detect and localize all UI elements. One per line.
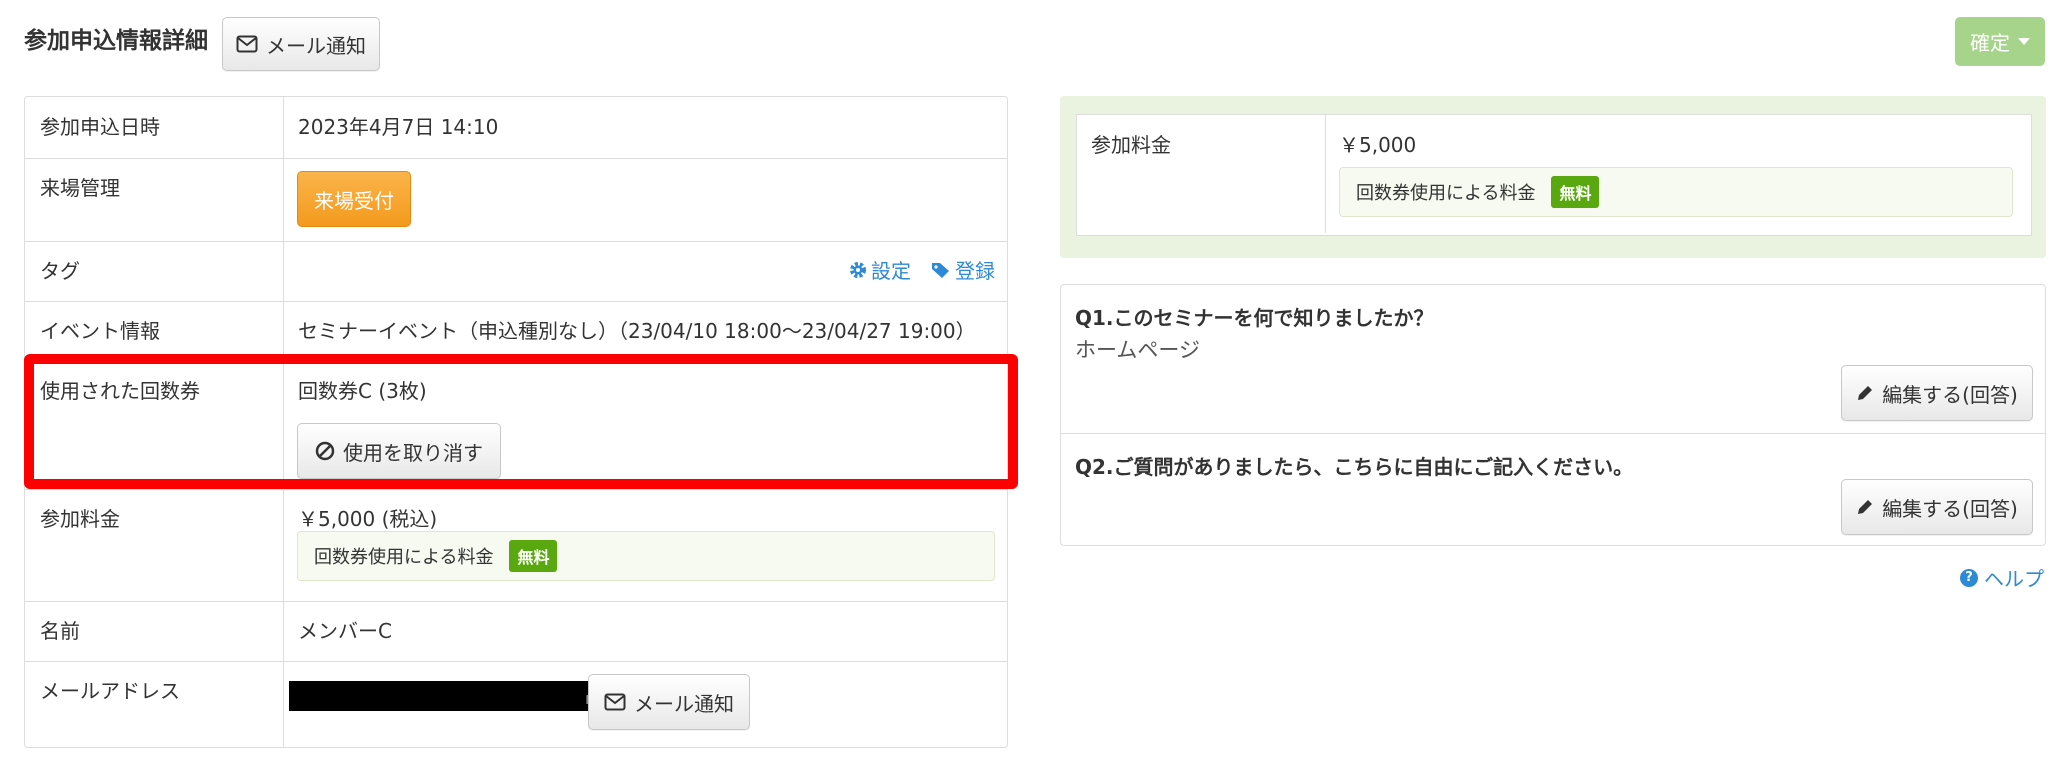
- qa-item-1: Q1.このセミナーを何で知りましたか？ ホームページ 編集する(回答): [1061, 285, 2045, 433]
- coupon-fee-label: 回数券使用による料金: [314, 547, 494, 568]
- member-name-value: メンバーC: [298, 619, 392, 643]
- table-row-event: イベント情報 セミナーイベント（申込種別なし）（23/04/10 18:00～2…: [25, 301, 1007, 362]
- pencil-icon: [1858, 386, 1873, 400]
- row-label: 参加料金: [40, 507, 120, 531]
- free-badge: 無料: [509, 540, 558, 572]
- row-label: タグ: [40, 259, 80, 283]
- row-label: 参加申込日時: [40, 115, 160, 139]
- qa-item-2: Q2.ご質問がありましたら、こちらに自由にご記入ください。 編集する(回答): [1061, 434, 2045, 546]
- highlight-box: [24, 354, 1018, 489]
- envelope-icon: [604, 693, 626, 711]
- email-mail-notify-label: メール通知: [634, 691, 734, 716]
- table-row-name: 名前 メンバーC: [25, 601, 1007, 662]
- tag-settings-link[interactable]: 設定: [849, 255, 911, 284]
- column-divider: [1325, 115, 1326, 233]
- row-label: イベント情報: [40, 319, 160, 343]
- help-link[interactable]: ? ヘルプ: [1960, 563, 2044, 592]
- redacted-email: [289, 681, 589, 711]
- fee-summary-value: ￥5,000: [1339, 133, 1417, 157]
- tag-register-label: 登録: [955, 259, 995, 283]
- question-title: Q1.このセミナーを何で知りましたか？: [1075, 306, 1434, 330]
- row-label: 来場管理: [40, 176, 120, 200]
- edit-answer-button[interactable]: 編集する(回答): [1841, 365, 2033, 421]
- row-label: 名前: [40, 619, 80, 643]
- table-row-tags: タグ 設定 登録: [25, 241, 1007, 302]
- mail-notify-button[interactable]: メール通知: [222, 17, 380, 71]
- coupon-fee-box: 回数券使用による料金 無料: [297, 531, 995, 581]
- question-title: Q2.ご質問がありましたら、こちらに自由にご記入ください。: [1075, 455, 1634, 479]
- fee-summary-label: 参加料金: [1091, 133, 1171, 157]
- fee-value: ￥5,000 (税込): [298, 507, 438, 531]
- help-label: ヘルプ: [1984, 567, 2044, 591]
- fee-summary-free-badge: 無料: [1551, 176, 1600, 208]
- confirm-label: 確定: [1970, 31, 2010, 55]
- envelope-icon: [236, 35, 258, 53]
- fee-summary-coupon-box: 回数券使用による料金 無料: [1339, 167, 2013, 217]
- fee-summary-coupon-label: 回数券使用による料金: [1356, 183, 1536, 204]
- checkin-button[interactable]: 来場受付: [297, 171, 411, 227]
- confirm-dropdown-button[interactable]: 確定: [1955, 17, 2045, 66]
- pencil-icon: [1858, 500, 1873, 514]
- page-title: 参加申込情報詳細: [24, 28, 208, 54]
- caret-down-icon: [2018, 38, 2030, 45]
- applied-at-value: 2023年4月7日 14:10: [298, 115, 499, 139]
- table-row-attendance: 来場管理 来場受付: [25, 158, 1007, 242]
- edit-answer-label: 編集する(回答): [1882, 496, 2018, 521]
- table-row-email: メールアドレス n メール通知: [25, 661, 1007, 747]
- email-mail-notify-button[interactable]: メール通知: [588, 674, 750, 730]
- event-info-value: セミナーイベント（申込種別なし）（23/04/10 18:00～23/04/27…: [298, 319, 976, 343]
- table-row-fee: 参加料金 ￥5,000 (税込) 回数券使用による料金 無料: [25, 489, 1007, 602]
- fee-summary-table: 参加料金 ￥5,000 回数券使用による料金 無料: [1076, 114, 2032, 236]
- questionnaire-panel: Q1.このセミナーを何で知りましたか？ ホームページ 編集する(回答) Q2.ご…: [1060, 284, 2046, 546]
- question-answer: ホームページ: [1075, 338, 1200, 362]
- question-circle-icon: ?: [1960, 568, 1978, 587]
- edit-answer-button[interactable]: 編集する(回答): [1841, 479, 2033, 535]
- tag-settings-label: 設定: [871, 259, 911, 283]
- table-row-applied-at: 参加申込日時 2023年4月7日 14:10: [25, 97, 1007, 159]
- fee-summary-panel: 参加料金 ￥5,000 回数券使用による料金 無料: [1060, 96, 2046, 258]
- gear-icon: [850, 261, 866, 278]
- row-label: メールアドレス: [40, 679, 180, 703]
- mail-notify-label: メール通知: [266, 33, 366, 58]
- tag-register-link[interactable]: 登録: [931, 255, 995, 284]
- tag-icon: [932, 262, 949, 278]
- edit-answer-label: 編集する(回答): [1882, 382, 2018, 407]
